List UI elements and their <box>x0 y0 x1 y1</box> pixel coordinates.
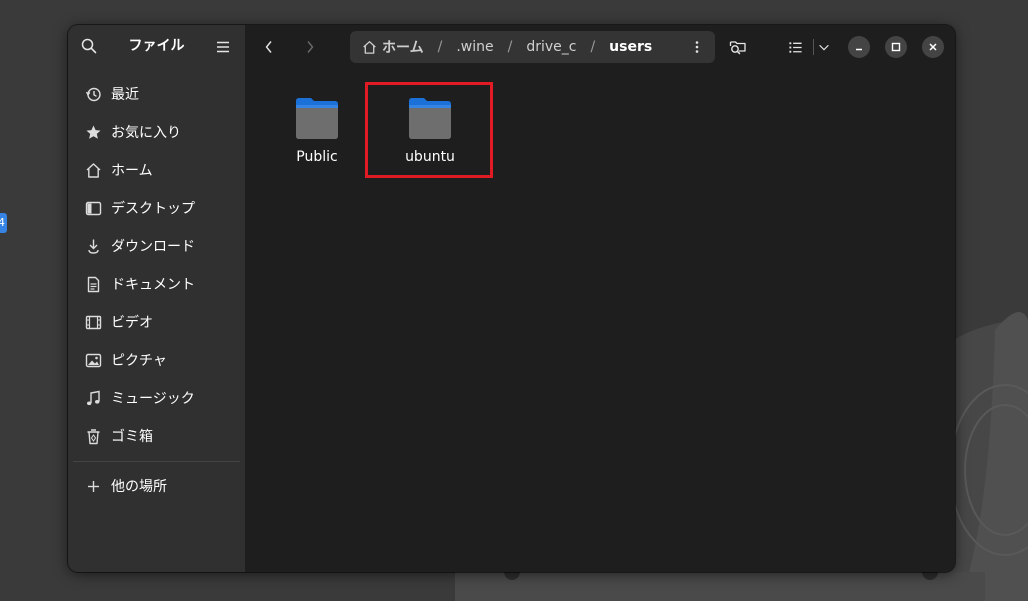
file-manager-window: ファイル 最近 お気に入り ホーム デスクトップ ダウンロード ドキュメント ビ… <box>68 25 955 572</box>
sidebar-item-label: ビデオ <box>111 315 153 331</box>
home-icon <box>363 40 376 54</box>
list-view-icon <box>788 41 802 53</box>
picture-icon <box>85 352 102 369</box>
home-icon <box>85 162 102 179</box>
breadcrumb-separator: / <box>437 39 443 55</box>
chevron-right-icon <box>307 41 314 53</box>
kebab-menu-icon[interactable] <box>689 39 705 55</box>
sidebar-item-documents[interactable]: ドキュメント <box>68 265 245 303</box>
folder-item-public[interactable]: Public <box>267 95 367 165</box>
video-icon <box>85 314 102 331</box>
chevron-left-icon <box>265 41 272 53</box>
sidebar-item-label: ドキュメント <box>111 277 195 293</box>
sidebar-divider <box>73 461 240 462</box>
sidebar-item-desktop[interactable]: デスクトップ <box>68 189 245 227</box>
breadcrumb-home[interactable]: ホーム <box>362 37 424 57</box>
sidebar-item-label: ホーム <box>111 163 153 179</box>
desktop-icon <box>85 200 102 217</box>
sidebar-item-trash[interactable]: ゴミ箱 <box>68 417 245 455</box>
breadcrumb-wine[interactable]: .wine <box>456 39 493 55</box>
breadcrumb-current[interactable]: users <box>609 39 652 55</box>
sidebar-item-label: 最近 <box>111 87 139 103</box>
sidebar-item-other-places[interactable]: 他の場所 <box>68 467 245 505</box>
sidebar-item-home[interactable]: ホーム <box>68 151 245 189</box>
path-bar: ホーム / .wine / drive_c / users <box>350 31 715 63</box>
view-options-button[interactable] <box>811 34 837 60</box>
breadcrumb-drive-c[interactable]: drive_c <box>526 39 576 55</box>
sidebar-item-label: ピクチャ <box>111 353 167 369</box>
sidebar-item-recent[interactable]: 最近 <box>68 75 245 113</box>
close-icon <box>929 43 937 51</box>
sidebar-item-pictures[interactable]: ピクチャ <box>68 341 245 379</box>
sidebar-item-favorites[interactable]: お気に入り <box>68 113 245 151</box>
search-folder-button[interactable] <box>725 34 751 60</box>
sidebar-item-label: ミュージック <box>111 391 195 407</box>
download-icon <box>85 238 102 255</box>
plus-icon <box>85 478 102 495</box>
highlight-annotation <box>365 82 493 178</box>
folder-search-icon <box>729 41 746 55</box>
document-icon <box>85 276 102 293</box>
dock-badge[interactable]: 4 <box>0 213 7 233</box>
sidebar-item-label: ゴミ箱 <box>111 429 153 445</box>
chevron-down-icon <box>819 44 829 51</box>
sidebar-item-label: お気に入り <box>111 125 181 141</box>
sidebar-header: ファイル <box>68 25 245 67</box>
close-button[interactable] <box>922 36 944 58</box>
hamburger-menu-icon[interactable] <box>215 39 231 55</box>
folder-icon <box>296 98 338 139</box>
maximize-button[interactable] <box>885 36 907 58</box>
other-places-section: 他の場所 <box>68 467 245 505</box>
sidebar-nav: 最近 お気に入り ホーム デスクトップ ダウンロード ドキュメント ビデオ ピク… <box>68 75 245 455</box>
music-icon <box>85 390 102 407</box>
sidebar-item-videos[interactable]: ビデオ <box>68 303 245 341</box>
sidebar-item-label: 他の場所 <box>111 479 167 495</box>
breadcrumb-separator: / <box>507 39 513 55</box>
star-icon <box>85 124 102 141</box>
trash-icon <box>85 428 102 445</box>
sidebar: ファイル 最近 お気に入り ホーム デスクトップ ダウンロード ドキュメント ビ… <box>68 25 245 572</box>
breadcrumb-separator: / <box>590 39 596 55</box>
minimize-icon <box>856 48 862 51</box>
back-button[interactable] <box>256 34 282 60</box>
sidebar-item-label: ダウンロード <box>111 239 195 255</box>
breadcrumb-home-label: ホーム <box>382 40 424 56</box>
recent-icon <box>85 86 102 103</box>
list-view-button[interactable] <box>782 34 808 60</box>
maximize-icon <box>891 42 901 52</box>
forward-button[interactable] <box>297 34 323 60</box>
sidebar-item-downloads[interactable]: ダウンロード <box>68 227 245 265</box>
folder-label: Public <box>296 149 338 165</box>
sidebar-item-label: デスクトップ <box>111 201 195 217</box>
search-icon[interactable] <box>81 38 97 54</box>
sidebar-item-music[interactable]: ミュージック <box>68 379 245 417</box>
minimize-button[interactable] <box>848 36 870 58</box>
